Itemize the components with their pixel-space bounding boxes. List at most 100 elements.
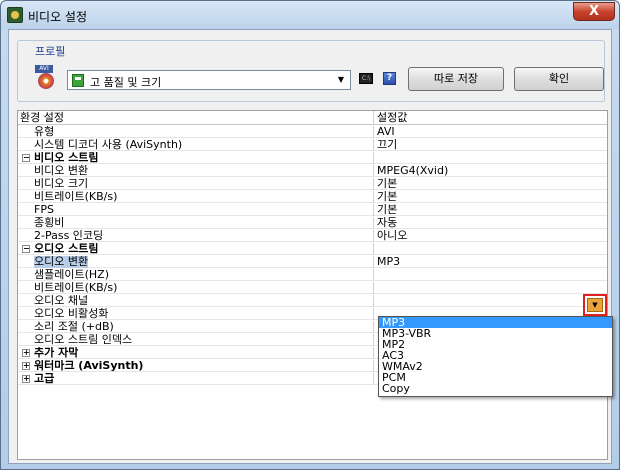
column-divider (373, 360, 374, 372)
grid-section-row[interactable]: − 비디오 스트림 (18, 152, 607, 164)
setting-value[interactable]: MP3 (375, 256, 607, 268)
grid-row[interactable]: 유형 AVI (18, 126, 607, 138)
setting-label: 소리 조절 (+dB) (34, 321, 114, 333)
row-label: + 추가 자막 (18, 347, 373, 359)
grid-row[interactable]: 오디오 변환 MP3 (18, 256, 607, 268)
section-label: 비디오 스트림 (34, 152, 99, 164)
row-label: 비트레이트(KB/s) (18, 191, 373, 203)
grid-row[interactable]: 시스템 디코더 사용 (AviSynth) 끄기 (18, 139, 607, 151)
setting-label: FPS (34, 204, 54, 216)
column-divider[interactable] (373, 111, 374, 125)
row-label: + 워터마크 (AviSynth) (18, 360, 373, 372)
setting-value[interactable] (375, 269, 607, 281)
row-label: 비디오 크기 (18, 178, 373, 190)
setting-value[interactable]: AVI (375, 126, 607, 138)
setting-label: 2-Pass 인코딩 (34, 230, 104, 242)
avi-format-icon: AVI (35, 65, 57, 89)
grid-row[interactable]: 오디오 채널 (18, 295, 607, 307)
save-as-button[interactable]: 따로 저장 (408, 67, 504, 91)
dropdown-option[interactable]: PCM (379, 372, 612, 383)
row-label: + 고급 (18, 373, 373, 385)
grid-row[interactable]: 비트레이트(KB/s) (18, 282, 607, 294)
video-settings-window: 비디오 설정 X 프로필 AVI 고 품질 및 크기 ▼ C:\ ? 따로 저장… (0, 0, 620, 470)
app-icon (7, 7, 23, 23)
column-divider (373, 217, 374, 229)
row-label: 비디오 변환 (18, 165, 373, 177)
grid-row[interactable]: FPS 기본 (18, 204, 607, 216)
expand-icon[interactable]: + (22, 349, 30, 357)
column-divider (373, 347, 374, 359)
dropdown-option[interactable]: MP2 (379, 339, 612, 350)
column-divider (373, 230, 374, 242)
setting-label: 오디오 스트림 인덱스 (34, 334, 133, 346)
row-label: 소리 조절 (+dB) (18, 321, 373, 333)
column-divider (373, 139, 374, 151)
profile-select[interactable]: 고 품질 및 크기 ▼ (67, 70, 351, 90)
setting-value[interactable]: 끄기 (375, 139, 607, 151)
setting-value[interactable]: MPEG4(Xvid) (375, 165, 607, 177)
setting-value[interactable]: 기본 (375, 191, 607, 203)
audio-codec-dropdown-list: MP3 MP3-VBR MP2 AC3 WMAv2 PCM Copy (378, 316, 613, 397)
collapse-icon[interactable]: − (22, 245, 30, 253)
column-divider (373, 165, 374, 177)
setting-label: 오디오 채널 (34, 295, 89, 307)
profile-selected-value: 고 품질 및 크기 (90, 76, 162, 89)
column-divider (373, 334, 374, 346)
setting-label: 시스템 디코더 사용 (AviSynth) (34, 139, 183, 151)
dropdown-option[interactable]: WMAv2 (379, 361, 612, 372)
chevron-down-icon[interactable]: ▼ (334, 73, 348, 87)
column-divider (373, 295, 374, 307)
grid-section-row[interactable]: − 오디오 스트림 (18, 243, 607, 255)
grid-row[interactable]: 종횡비 자동 (18, 217, 607, 229)
column-divider (373, 321, 374, 333)
row-label: 유형 (18, 126, 373, 138)
row-label: − 오디오 스트림 (18, 243, 373, 255)
setting-label: 오디오 비활성화 (34, 308, 109, 320)
setting-label: 비트레이트(KB/s) (34, 191, 118, 203)
row-label: 오디오 스트림 인덱스 (18, 334, 373, 346)
setting-value[interactable] (375, 295, 607, 307)
row-label: 시스템 디코더 사용 (AviSynth) (18, 139, 373, 151)
setting-label: 유형 (34, 126, 55, 138)
setting-label: 비디오 변환 (34, 165, 89, 177)
help-icon[interactable]: ? (383, 72, 396, 85)
quality-icon (72, 74, 84, 87)
row-label: − 비디오 스트림 (18, 152, 373, 164)
setting-value[interactable]: 아니오 (375, 230, 607, 242)
grid-row[interactable]: 2-Pass 인코딩 아니오 (18, 230, 607, 242)
dropdown-option[interactable]: MP3-VBR (379, 328, 612, 339)
command-prompt-icon[interactable]: C:\ (359, 73, 373, 84)
section-label: 오디오 스트림 (34, 243, 99, 255)
expand-icon[interactable]: + (22, 375, 30, 383)
setting-value[interactable]: 기본 (375, 178, 607, 190)
grid-row[interactable]: 비디오 크기 기본 (18, 178, 607, 190)
row-label: 오디오 비활성화 (18, 308, 373, 320)
row-label: 비트레이트(KB/s) (18, 282, 373, 294)
avi-tag: AVI (35, 65, 53, 73)
dropdown-option[interactable]: Copy (379, 383, 612, 394)
setting-value[interactable] (375, 282, 607, 294)
row-label: 2-Pass 인코딩 (18, 230, 373, 242)
setting-label: 종횡비 (34, 217, 65, 229)
setting-label: 비디오 크기 (34, 178, 89, 190)
row-label: 종횡비 (18, 217, 373, 229)
column-divider (373, 269, 374, 281)
setting-value[interactable]: 자동 (375, 217, 607, 229)
column-divider (373, 243, 374, 255)
setting-value[interactable]: 기본 (375, 204, 607, 216)
title-bar[interactable]: 비디오 설정 X (1, 1, 619, 29)
row-label: 샘플레이트(HZ) (18, 269, 373, 281)
column-divider (373, 126, 374, 138)
disc-icon (38, 73, 54, 89)
grid-row[interactable]: 비디오 변환 MPEG4(Xvid) (18, 165, 607, 177)
audio-codec-dropdown-arrow-icon[interactable]: ▼ (583, 294, 607, 316)
row-label: 오디오 채널 (18, 295, 373, 307)
expand-icon[interactable]: + (22, 362, 30, 370)
close-button[interactable]: X (573, 2, 615, 21)
ok-button[interactable]: 확인 (514, 67, 604, 91)
column-divider (373, 191, 374, 203)
grid-row[interactable]: 샘플레이트(HZ) (18, 269, 607, 281)
setting-label: 비트레이트(KB/s) (34, 282, 118, 294)
grid-row[interactable]: 비트레이트(KB/s) 기본 (18, 191, 607, 203)
collapse-icon[interactable]: − (22, 154, 30, 162)
